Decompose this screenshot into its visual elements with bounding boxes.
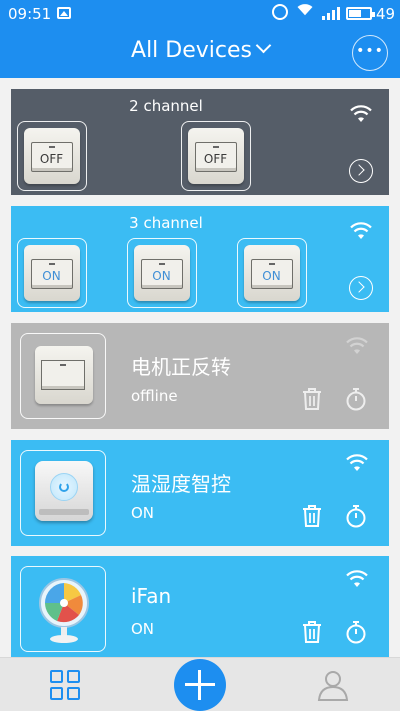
- wifi-icon: [349, 105, 373, 123]
- thermostat-device-icon: [35, 461, 93, 521]
- device-card-ifan[interactable]: iFan ON: [11, 556, 389, 662]
- device-thumbnail: [20, 450, 106, 536]
- switch-state: ON: [42, 269, 61, 283]
- device-thumbnail: [20, 566, 106, 652]
- status-time: 09:51: [8, 5, 52, 23]
- signal-icon: [322, 6, 342, 20]
- image-icon: [57, 7, 71, 19]
- timer-icon[interactable]: [345, 504, 367, 528]
- device-status: ON: [131, 620, 155, 638]
- grid-icon[interactable]: [50, 670, 82, 702]
- chevron-right-icon[interactable]: [349, 276, 373, 300]
- device-card-thermostat[interactable]: 温湿度智控 ON: [11, 440, 389, 546]
- switch-channel-1[interactable]: ON: [17, 238, 87, 308]
- timer-icon[interactable]: [345, 620, 367, 644]
- device-name: iFan: [131, 584, 172, 608]
- user-icon[interactable]: [316, 668, 350, 702]
- device-thumbnail: [20, 333, 106, 419]
- battery-level: 49: [376, 5, 396, 23]
- alarm-icon: [272, 4, 288, 20]
- switch-channel-3[interactable]: ON: [237, 238, 307, 308]
- device-status: ON: [131, 504, 155, 522]
- battery-icon: [346, 7, 375, 20]
- device-card-motor[interactable]: 电机正反转 offline: [11, 323, 389, 429]
- page-title-text: All Devices: [131, 38, 252, 63]
- wifi-icon: [345, 454, 369, 472]
- timer-icon[interactable]: [345, 387, 367, 411]
- device-name: 电机正反转: [131, 355, 231, 379]
- switch-state: ON: [262, 269, 281, 283]
- chevron-down-icon: [255, 37, 272, 54]
- device-status: offline: [131, 387, 178, 405]
- page-title[interactable]: All Devices: [0, 37, 400, 63]
- device-card-2-channel[interactable]: 2 channel OFF OFF: [11, 89, 389, 195]
- switch-state: OFF: [39, 152, 64, 166]
- fan-icon: [33, 573, 95, 645]
- device-title: 3 channel: [129, 214, 203, 232]
- chevron-right-icon[interactable]: [349, 159, 373, 183]
- trash-icon[interactable]: [301, 620, 323, 644]
- wifi-icon: [345, 337, 369, 355]
- switch-channel-2[interactable]: ON: [127, 238, 197, 308]
- switch-channel-1[interactable]: OFF: [17, 121, 87, 191]
- add-device-button[interactable]: [174, 659, 226, 711]
- trash-icon[interactable]: [301, 504, 323, 528]
- wifi-icon: [349, 222, 373, 240]
- switch-state: ON: [152, 269, 171, 283]
- switch-channel-2[interactable]: OFF: [181, 121, 251, 191]
- switch-state: OFF: [203, 152, 228, 166]
- top-bar: 09:51 49 All Devices •••: [0, 0, 400, 78]
- device-card-3-channel[interactable]: 3 channel ON ON ON: [11, 206, 389, 312]
- wifi-icon: [345, 570, 369, 588]
- status-bar: 09:51 49: [0, 0, 400, 28]
- wifi-status-icon: [296, 2, 314, 22]
- device-title: 2 channel: [129, 97, 203, 115]
- more-menu-button[interactable]: •••: [352, 35, 388, 71]
- trash-icon[interactable]: [301, 387, 323, 411]
- wall-switch-icon: [35, 346, 93, 404]
- device-name: 温湿度智控: [131, 472, 231, 496]
